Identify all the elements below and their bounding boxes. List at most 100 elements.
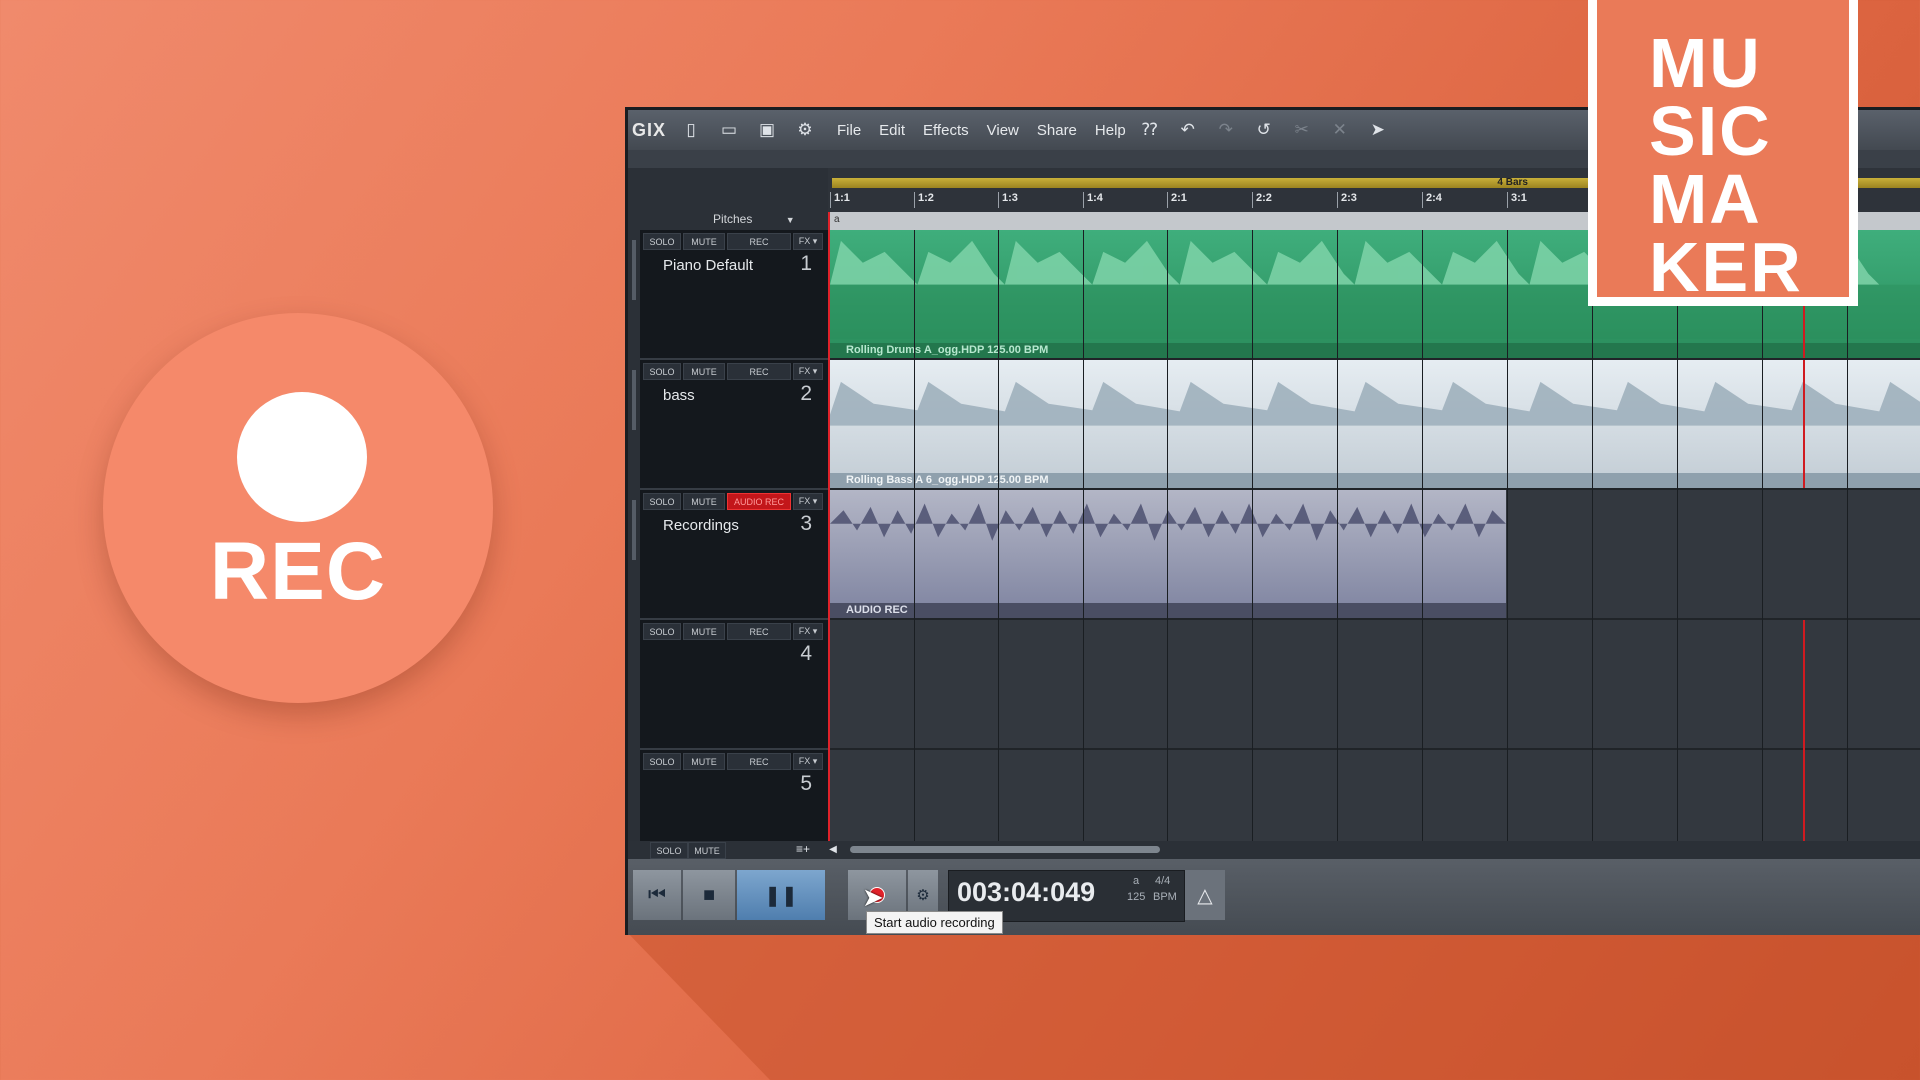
mute-button[interactable]: MUTE bbox=[683, 623, 725, 640]
grid-line bbox=[1507, 230, 1508, 841]
stop-button[interactable]: ■ bbox=[683, 870, 735, 920]
horizontal-scrollbar[interactable] bbox=[850, 846, 1160, 853]
record-tooltip: Start audio recording bbox=[866, 911, 1003, 934]
stop-icon: ■ bbox=[702, 883, 716, 906]
track-level-strip bbox=[632, 370, 636, 430]
track-name[interactable]: Piano Default bbox=[663, 257, 753, 274]
chevron-down-icon: ▼ bbox=[785, 215, 795, 225]
track-header-5[interactable]: SOLO MUTE REC FX ▾ 5 bbox=[640, 750, 828, 843]
gear-icon: ⚙ bbox=[916, 887, 930, 904]
pause-button[interactable]: ❚❚ bbox=[737, 870, 825, 920]
track-number: 2 bbox=[800, 382, 812, 405]
track-header-4[interactable]: SOLO MUTE REC FX ▾ 4 bbox=[640, 620, 828, 750]
track-header-1[interactable]: SOLO MUTE REC FX ▾ Piano Default 1 bbox=[632, 230, 828, 360]
pause-icon: ❚❚ bbox=[764, 884, 798, 907]
rec-arm-button[interactable]: REC bbox=[727, 363, 791, 380]
logo-line: MA bbox=[1649, 160, 1762, 238]
audio-clip-recording[interactable]: AUDIO REC bbox=[830, 490, 1506, 618]
track-name[interactable]: Recordings bbox=[663, 517, 739, 534]
save-icon[interactable]: ▣ bbox=[752, 115, 782, 145]
app-brand: GIX bbox=[632, 119, 667, 140]
undo-icon[interactable]: ↺ bbox=[1249, 115, 1279, 145]
mute-button[interactable]: MUTE bbox=[683, 753, 725, 770]
logo-line: MU bbox=[1649, 24, 1762, 102]
solo-button[interactable]: SOLO bbox=[643, 233, 681, 250]
solo-button[interactable]: SOLO bbox=[643, 753, 681, 770]
track-number: 1 bbox=[800, 252, 812, 275]
track-number: 5 bbox=[800, 772, 812, 795]
redo-icon[interactable]: ↷ bbox=[1211, 115, 1241, 145]
menu-file[interactable]: File bbox=[837, 122, 861, 139]
track-lane-5[interactable] bbox=[828, 750, 1920, 841]
solo-button[interactable]: SOLO bbox=[643, 363, 681, 380]
menu-view[interactable]: View bbox=[987, 122, 1019, 139]
track-header-3[interactable]: SOLO MUTE AUDIO REC FX ▾ Recordings 3 bbox=[632, 490, 828, 620]
grid-line bbox=[1083, 230, 1084, 841]
new-file-icon[interactable]: ▯ bbox=[676, 115, 706, 145]
track-lane-4[interactable] bbox=[828, 620, 1920, 750]
pointer-tool-icon[interactable]: ➤ bbox=[1363, 115, 1393, 145]
track-name[interactable]: bass bbox=[663, 387, 695, 404]
fx-button[interactable]: FX ▾ bbox=[793, 363, 823, 380]
settings-gear-icon[interactable]: ⚙ bbox=[790, 115, 820, 145]
track-level-strip bbox=[632, 500, 636, 560]
menu-edit[interactable]: Edit bbox=[879, 122, 905, 139]
skip-start-icon: ⏮ bbox=[648, 883, 666, 906]
grid-line bbox=[998, 230, 999, 841]
rec-arm-button[interactable]: REC bbox=[727, 623, 791, 640]
solo-button[interactable]: SOLO bbox=[643, 493, 681, 510]
skip-to-start-button[interactable]: ⏮ bbox=[633, 870, 681, 920]
audio-rec-arm-button[interactable]: AUDIO REC bbox=[727, 493, 791, 510]
rec-arm-button[interactable]: REC bbox=[727, 753, 791, 770]
mute-button[interactable]: MUTE bbox=[683, 363, 725, 380]
metronome-button[interactable]: △ bbox=[1185, 870, 1225, 920]
ruler-tick: 1:2 bbox=[914, 192, 934, 208]
track-header-2[interactable]: SOLO MUTE REC FX ▾ bass 2 bbox=[632, 360, 828, 490]
tempo-unit: BPM bbox=[1153, 891, 1177, 903]
clip-label-bar: Rolling Bass A 6_ogg.HDP 125.00 BPM bbox=[830, 473, 1920, 488]
audio-clip-bass[interactable]: Rolling Bass A 6_ogg.HDP 125.00 BPM bbox=[830, 360, 1920, 488]
fx-button[interactable]: FX ▾ bbox=[793, 753, 823, 770]
track-lane-2[interactable]: Rolling Bass A 6_ogg.HDP 125.00 BPM bbox=[828, 360, 1920, 490]
logo-line: KER bbox=[1649, 228, 1803, 306]
fx-button[interactable]: FX ▾ bbox=[793, 623, 823, 640]
open-folder-icon[interactable]: ▭ bbox=[714, 115, 744, 145]
grid-line bbox=[1762, 230, 1763, 841]
ruler-tick: 3:1 bbox=[1507, 192, 1527, 208]
undo-list-icon[interactable]: ↶ bbox=[1173, 115, 1203, 145]
logo-line: SIC bbox=[1649, 92, 1772, 170]
clip-label-bar: Rolling Drums A_ogg.HDP 125.00 BPM bbox=[830, 343, 1920, 358]
mute-button[interactable]: MUTE bbox=[683, 493, 725, 510]
ruler-tick: 2:1 bbox=[1167, 192, 1187, 208]
rec-arm-button[interactable]: REC bbox=[727, 233, 791, 250]
delete-x-icon[interactable]: ✕ bbox=[1325, 115, 1355, 145]
clip-label: AUDIO REC bbox=[846, 604, 908, 616]
help-question-icon[interactable]: ⁇ bbox=[1135, 115, 1165, 145]
master-solo-button[interactable]: SOLO bbox=[650, 842, 688, 859]
fx-button[interactable]: FX ▾ bbox=[793, 493, 823, 510]
arrangement-area[interactable]: Rolling Drums A_ogg.HDP 125.00 BPM Rolli… bbox=[828, 230, 1920, 841]
fx-button[interactable]: FX ▾ bbox=[793, 233, 823, 250]
rec-badge: REC bbox=[103, 313, 493, 703]
menu-share[interactable]: Share bbox=[1037, 122, 1077, 139]
track-lane-3[interactable]: AUDIO REC bbox=[828, 490, 1920, 620]
menu-effects[interactable]: Effects bbox=[923, 122, 969, 139]
grid-line bbox=[914, 230, 915, 841]
master-mute-button[interactable]: MUTE bbox=[688, 842, 726, 859]
mute-button[interactable]: MUTE bbox=[683, 233, 725, 250]
pitches-dropdown[interactable]: Pitches ▼ bbox=[713, 212, 825, 230]
grid-line bbox=[1167, 230, 1168, 841]
track-number: 3 bbox=[800, 512, 812, 535]
clip-label: Rolling Bass A 6_ogg.HDP 125.00 BPM bbox=[846, 474, 1049, 486]
metronome-icon: △ bbox=[1197, 884, 1213, 907]
track-level-strip bbox=[632, 240, 636, 300]
menu-help[interactable]: Help bbox=[1095, 122, 1126, 139]
position-time: 003:04:049 bbox=[957, 877, 1096, 907]
playhead-cursor[interactable] bbox=[828, 212, 830, 841]
mouse-pointer-icon: ➤ bbox=[862, 882, 884, 912]
clip-label-bar: AUDIO REC bbox=[830, 603, 1506, 618]
pitches-label: Pitches bbox=[713, 212, 753, 226]
ruler-tick: 1:1 bbox=[830, 192, 850, 208]
solo-button[interactable]: SOLO bbox=[643, 623, 681, 640]
cut-scissors-icon[interactable]: ✂ bbox=[1287, 115, 1317, 145]
